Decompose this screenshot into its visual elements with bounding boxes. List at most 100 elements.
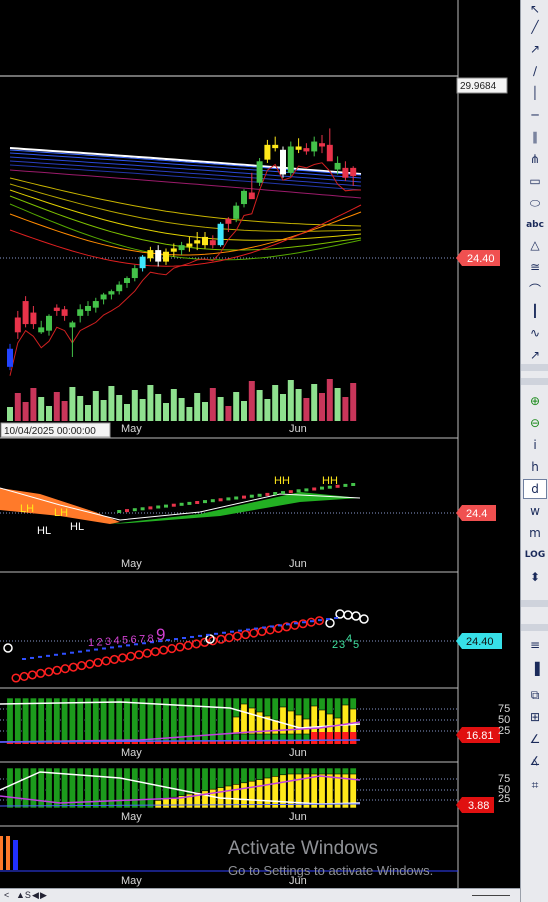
ray-icon[interactable]: ↗ bbox=[524, 40, 546, 58]
x-label-jun-2: Jun bbox=[289, 558, 307, 570]
cursor-icon[interactable]: ↖ bbox=[524, 0, 546, 18]
osc1-bar-yellow bbox=[302, 718, 310, 735]
volume-bar bbox=[225, 406, 232, 421]
chart-area[interactable]: HH HHLH LHHL HL 1 2 3 4 5 6 7 8 92 3 4 5 May Jun May J… bbox=[0, 0, 520, 888]
count-dot bbox=[44, 667, 54, 677]
zoom-in-icon[interactable]: ⊕ bbox=[524, 392, 546, 410]
h-icon[interactable]: h bbox=[524, 458, 546, 476]
grid-icon[interactable]: ⌗ bbox=[524, 776, 546, 794]
bottom-bar bbox=[6, 836, 10, 870]
angle-icon[interactable]: ∠ bbox=[524, 730, 546, 748]
count-dash bbox=[254, 627, 258, 630]
triangle-icon[interactable]: △ bbox=[524, 236, 546, 254]
mini-candle bbox=[312, 487, 317, 491]
cursor-date-label: 10/04/2025 00:00:00 bbox=[4, 426, 96, 437]
table-icon[interactable]: ⊞ bbox=[524, 708, 546, 726]
volume-bar bbox=[209, 388, 216, 421]
horizontal-line-icon[interactable]: ─ bbox=[524, 106, 546, 124]
candle-body bbox=[7, 348, 13, 367]
parallel-lines-icon[interactable]: ∥ bbox=[524, 128, 546, 146]
osc1-bar-green bbox=[68, 697, 76, 745]
candle-body bbox=[303, 148, 310, 152]
candle-body bbox=[85, 306, 91, 311]
count-dash bbox=[86, 649, 90, 652]
fib-fan-icon[interactable]: ≅ bbox=[524, 258, 546, 276]
osc2-bar-yellow bbox=[263, 777, 271, 809]
candle-body bbox=[287, 146, 294, 173]
mini-candle bbox=[140, 507, 145, 511]
updown-icon[interactable]: ⬍ bbox=[524, 568, 546, 586]
candle-body bbox=[202, 236, 208, 246]
line-segment-icon[interactable]: ╱ bbox=[524, 18, 546, 36]
x-label-jun-5: Jun bbox=[289, 875, 307, 887]
layers-icon[interactable]: ⧉ bbox=[524, 686, 546, 704]
count-dot bbox=[142, 648, 152, 658]
bottom-volume-panel[interactable] bbox=[0, 836, 458, 872]
w-icon[interactable]: w bbox=[524, 502, 546, 520]
rectangle-icon[interactable]: ▭ bbox=[524, 172, 546, 190]
scroll-speed-button[interactable]: ▲S bbox=[16, 890, 31, 900]
count-dot bbox=[93, 657, 103, 668]
osc1-bar-yellow bbox=[232, 716, 240, 735]
osc2-bar-green bbox=[139, 767, 147, 809]
oscillator-2-panel[interactable] bbox=[0, 767, 458, 809]
page-right-button[interactable]: ▶ bbox=[40, 890, 47, 901]
zoom-out-icon[interactable]: ⊖ bbox=[524, 414, 546, 432]
scroll-thumb[interactable] bbox=[472, 895, 510, 896]
osc1-bar-red bbox=[326, 732, 333, 744]
volume-bar bbox=[217, 397, 224, 421]
osc2-bar-yellow bbox=[256, 779, 264, 809]
count-dot bbox=[298, 619, 308, 629]
osc1-bar-green bbox=[139, 697, 147, 745]
mini-candle bbox=[273, 492, 278, 495]
swing-label-hh: HH bbox=[322, 475, 338, 487]
swing-indicator-panel[interactable]: HH HHLH LHHL HL bbox=[0, 475, 458, 537]
log-icon[interactable]: LOG bbox=[524, 546, 546, 564]
volume-bar bbox=[139, 399, 146, 421]
d-icon[interactable]: d bbox=[523, 479, 547, 499]
trend-angle-icon[interactable]: ∡ bbox=[524, 752, 546, 770]
volume-bar bbox=[170, 389, 177, 421]
extended-line-icon[interactable]: ∕ bbox=[524, 62, 546, 80]
count-dot bbox=[101, 656, 111, 666]
m-icon[interactable]: m bbox=[524, 524, 546, 542]
arrow-icon[interactable]: ↗ bbox=[524, 346, 546, 364]
arc-icon[interactable]: ⌒ bbox=[524, 280, 546, 298]
count-dash bbox=[246, 628, 250, 631]
drawing-toolbar: ↖ ╱ ↗ ∕ │ ─ ∥ ⋔ ▭ ⬭ abc △ ≅ ⌒ ┃ ∿ ↗ ⊕ ⊖ i h d w m LOG ⬍ ≡ ▐ ⧉ ⊞ ∠ ∡ ⌗ bbox=[520, 0, 548, 902]
ma-line-1 bbox=[9, 149, 362, 176]
italic-i-icon[interactable]: i bbox=[524, 436, 546, 454]
osc1-bar-green bbox=[37, 697, 45, 745]
oscillator-1-panel[interactable] bbox=[0, 697, 458, 745]
volume-bar bbox=[53, 392, 60, 421]
volume-bars-icon[interactable]: ▐ bbox=[524, 660, 546, 678]
count-dash bbox=[222, 631, 226, 634]
wave-icon[interactable]: ∿ bbox=[524, 324, 546, 342]
pitchfork-icon[interactable]: ⋔ bbox=[524, 150, 546, 168]
price-panel[interactable] bbox=[0, 128, 458, 421]
candle-body bbox=[272, 144, 279, 149]
volume-bar bbox=[334, 388, 341, 421]
candle-body bbox=[170, 248, 177, 252]
osc1-bar-green bbox=[45, 697, 53, 745]
grid-lines-icon[interactable]: ≡ bbox=[524, 636, 546, 654]
count-dot bbox=[216, 634, 226, 644]
text-icon[interactable]: abc bbox=[524, 216, 546, 234]
mini-candle bbox=[171, 503, 176, 507]
page-left-button[interactable]: ◀ bbox=[32, 890, 39, 901]
ellipse-icon[interactable]: ⬭ bbox=[524, 194, 546, 212]
osc1-bar-green bbox=[6, 697, 14, 745]
volume-bar bbox=[92, 391, 99, 421]
x-label-jun-3: Jun bbox=[289, 747, 307, 759]
candle-body bbox=[311, 141, 318, 152]
volume-bar bbox=[108, 386, 115, 421]
cycle-lines-icon[interactable]: ┃ bbox=[524, 302, 546, 320]
volume-bar bbox=[69, 387, 76, 421]
count-dash bbox=[62, 652, 66, 655]
count-indicator-panel[interactable]: 1 2 3 4 5 6 7 8 92 3 4 5 bbox=[0, 609, 458, 683]
count-dot bbox=[183, 640, 193, 651]
mini-candle bbox=[234, 496, 239, 500]
vertical-line-icon[interactable]: │ bbox=[524, 84, 546, 102]
scroll-left-button[interactable]: < bbox=[4, 890, 9, 900]
count-dot bbox=[109, 654, 119, 664]
